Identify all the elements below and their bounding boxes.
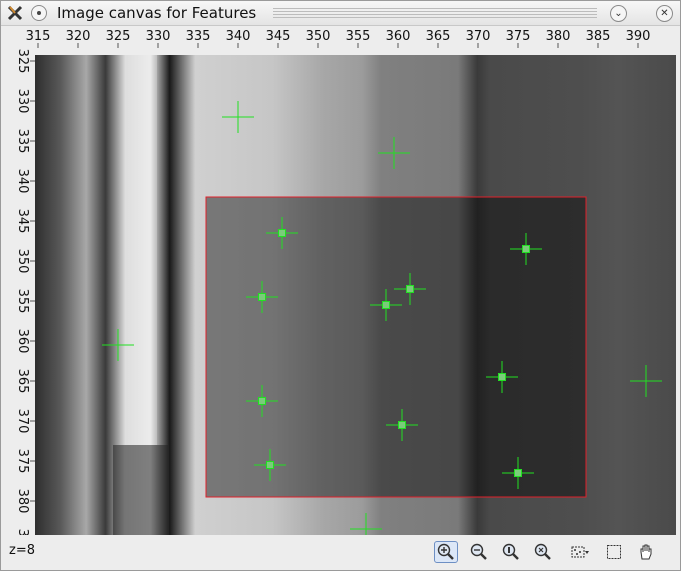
window-title: Image canvas for Features [57, 4, 257, 22]
y-ruler-tick-label: 375 [15, 449, 30, 474]
rectangle-select-button[interactable] [602, 541, 626, 563]
x-ruler-tick-label: 330 [146, 29, 171, 44]
x-ruler-tick-label: 350 [306, 29, 331, 44]
pin-window-button[interactable] [31, 5, 47, 21]
x-ruler-tick-label: 390 [626, 29, 651, 44]
y-ruler-tick-label: 350 [15, 249, 30, 274]
y-ruler-tick-label: 360 [15, 329, 30, 354]
image-canvas-window: Image canvas for Features ⌄ ✕ 315 320 325 3… [0, 0, 681, 571]
x-ruler-tick-label: 360 [386, 29, 411, 44]
x-ruler-tick-label: 355 [346, 29, 371, 44]
x-ruler-tick-label: 325 [106, 29, 131, 44]
point-select-button[interactable] [567, 541, 593, 563]
title-grip [273, 8, 597, 18]
y-ruler-tick-label: 370 [15, 409, 30, 434]
pan-hand-button[interactable] [634, 541, 658, 563]
y-ruler-tick-label: 335 [15, 129, 30, 154]
x-ruler-tick-label: 385 [586, 29, 611, 44]
zoom-fit-button[interactable] [499, 541, 523, 563]
x-ruler-tick-label: 335 [186, 29, 211, 44]
zoom-level-label: z=8 [9, 543, 35, 558]
title-bar[interactable]: Image canvas for Features ⌄ ✕ [1, 1, 680, 26]
app-x-icon [7, 5, 23, 21]
zoom-out-tool-icon [470, 543, 487, 560]
pan-hand-icon [640, 544, 652, 560]
x-ruler-tick-label: 340 [226, 29, 251, 44]
x-ruler-tick-label: 320 [66, 29, 91, 44]
y-ruler-tick-label: 355 [15, 289, 30, 314]
image-light-band [125, 55, 157, 445]
y-ruler-tick-label: 330 [15, 89, 30, 114]
x-ruler-tick-label: 365 [426, 29, 451, 44]
x-axis-ruler: 315 320 325 330 335 340 345 350 355 360 365 370 375 3… [26, 29, 651, 48]
image-canvas[interactable] [35, 55, 676, 535]
y-ruler-tick-label: 345 [15, 209, 30, 234]
x-ruler-tick-label: 345 [266, 29, 291, 44]
x-ruler-tick-label: 370 [466, 29, 491, 44]
zoom-in-button[interactable] [434, 541, 458, 563]
close-button[interactable]: ✕ [656, 5, 673, 22]
close-icon: ✕ [660, 8, 669, 19]
x-ruler-tick-label: 375 [506, 29, 531, 44]
image-dark-band [113, 445, 168, 535]
chevron-down-icon: ⌄ [614, 8, 623, 19]
y-ruler-tick-label: 380 [15, 489, 30, 514]
zoom-in-tool-icon [437, 543, 454, 560]
x-ruler-tick-label: 315 [26, 29, 51, 44]
zoom-out-button[interactable] [467, 541, 491, 563]
zoom-reset-icon [534, 543, 551, 560]
selection-rectangle[interactable] [205, 196, 587, 498]
rectangle-select-icon [607, 545, 621, 559]
y-ruler-tick-label: 385 [15, 529, 30, 535]
zoom-reset-button[interactable] [531, 541, 555, 563]
point-select-icon [571, 546, 589, 558]
y-ruler-tick-label: 340 [15, 169, 30, 194]
y-ruler-tick-label: 325 [15, 49, 30, 74]
x-ruler-tick-label: 380 [546, 29, 571, 44]
y-ruler-tick-label: 365 [15, 369, 30, 394]
y-axis-ruler: 325 330 335 340 345 350 355 360 365 370 375 380 385 [15, 49, 35, 535]
minimize-button[interactable]: ⌄ [610, 5, 627, 22]
zoom-fit-icon [502, 543, 519, 560]
